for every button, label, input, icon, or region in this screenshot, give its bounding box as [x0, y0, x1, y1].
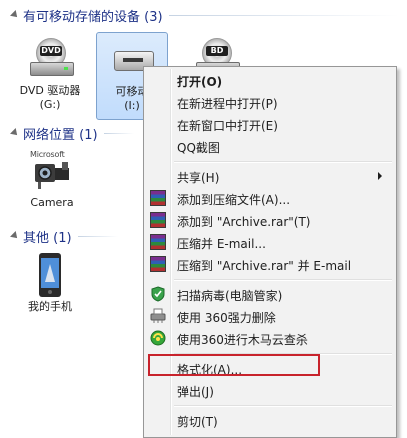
camera-label: Camera [30, 196, 74, 209]
menu-item-compress-email[interactable]: 压缩并 E-mail... [146, 231, 392, 253]
menu-item-open[interactable]: 打开(O) [146, 69, 392, 91]
collapse-arrow-icon[interactable] [10, 128, 20, 138]
menu-item-compress-rar-email[interactable]: 压缩到 "Archive.rar" 并 E-mail [146, 253, 392, 275]
dvd-drive-icon: DVD [22, 36, 78, 82]
menu-item-trojan-scan[interactable]: 使用360进行木马云查杀 [146, 327, 392, 349]
menu-separator [174, 161, 392, 163]
winrar-icon [150, 256, 166, 272]
phone-icon [22, 252, 78, 298]
shield-icon [150, 286, 166, 302]
360-security-icon [150, 330, 166, 346]
group-divider [168, 14, 399, 16]
menu-item-add-to-archive-rar[interactable]: 添加到 "Archive.rar"(T) [146, 209, 392, 231]
group-title: 网络位置 (1) [23, 127, 98, 143]
menu-item-cut[interactable]: 剪切(T) [146, 409, 392, 431]
dvd-drive[interactable]: DVD DVD 驱动器 (G:) [14, 36, 86, 112]
dvd-drive-label: DVD 驱动器 (G:) [19, 84, 81, 111]
shredder-icon [150, 308, 166, 324]
group-divider [77, 235, 118, 237]
group-divider [103, 132, 134, 134]
menu-item-eject[interactable]: 弹出(J) [146, 379, 392, 401]
menu-item-scan-virus[interactable]: 扫描病毒(电脑管家) [146, 283, 392, 305]
winrar-icon [150, 234, 166, 250]
collapse-arrow-icon[interactable] [10, 231, 20, 241]
menu-item-add-to-archive[interactable]: 添加到压缩文件(A)... [146, 187, 392, 209]
menu-item-qq-screenshot[interactable]: QQ截图 [146, 135, 392, 157]
menu-item-force-delete[interactable]: 使用 360强力删除 [146, 305, 392, 327]
group-header-removable[interactable]: 有可移动存储的设备 (3) [0, 4, 407, 26]
network-camera[interactable]: Microsoft Camera [16, 148, 88, 210]
format-highlight-box [148, 354, 320, 376]
context-menu: 打开(O) 在新进程中打开(P) 在新窗口中打开(E) QQ截图 共享(H) 添… [143, 66, 397, 438]
my-phone[interactable]: 我的手机 [14, 252, 86, 314]
menu-item-open-new-window[interactable]: 在新窗口中打开(E) [146, 113, 392, 135]
menu-separator [174, 279, 392, 281]
collapse-arrow-icon[interactable] [10, 10, 20, 20]
submenu-arrow-icon [378, 172, 382, 180]
camera-icon: Microsoft [24, 148, 80, 194]
winrar-icon [150, 190, 166, 206]
menu-item-open-new-process[interactable]: 在新进程中打开(P) [146, 91, 392, 113]
group-title: 有可移动存储的设备 (3) [23, 9, 163, 25]
menu-item-share[interactable]: 共享(H) [146, 165, 392, 187]
winrar-icon [150, 212, 166, 228]
group-title: 其他 (1) [23, 230, 72, 246]
phone-label: 我的手机 [28, 300, 72, 313]
menu-separator [174, 405, 392, 407]
